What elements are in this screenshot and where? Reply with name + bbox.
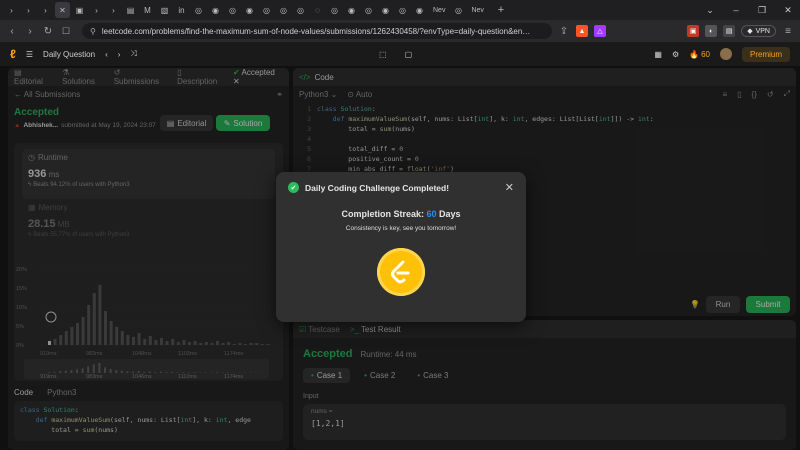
streak-suffix: Days	[439, 209, 461, 219]
leetcode-coin-icon	[377, 248, 425, 296]
extension-icon[interactable]: ▣	[687, 25, 700, 37]
browser-tab[interactable]: ◎	[451, 2, 465, 18]
leetcode-logo-icon	[391, 260, 410, 284]
close-icon[interactable]: ✕	[505, 181, 514, 194]
tab-label: Nev	[471, 6, 484, 14]
sidebar-icon[interactable]: ▤	[723, 25, 736, 37]
notes-icon[interactable]: ▢	[405, 50, 413, 59]
browser-tab[interactable]: ◎	[191, 2, 206, 18]
browser-tab[interactable]: Nev	[467, 2, 487, 18]
daily-challenge-modal: ✔ Daily Coding Challenge Completed! ✕ Co…	[276, 172, 526, 322]
debug-icon[interactable]: ⬚	[379, 50, 387, 59]
vpn-label: VPN	[755, 27, 770, 35]
browser-tab[interactable]: ◎	[276, 2, 291, 18]
streak-counter[interactable]: 🔥 60	[689, 50, 710, 59]
browser-tab[interactable]: ◉	[208, 2, 223, 18]
browser-tab[interactable]: ◉	[344, 2, 359, 18]
share-icon[interactable]: ⇪	[558, 26, 570, 37]
check-circle-icon: ✔	[288, 182, 299, 193]
rewards-icon[interactable]: △	[594, 25, 606, 37]
new-tab-button[interactable]: +	[490, 2, 512, 18]
browser-tab[interactable]: ▧	[157, 2, 172, 18]
browser-tab[interactable]: ◉	[378, 2, 393, 18]
minimize-button[interactable]: –	[724, 2, 748, 18]
site-info-icon[interactable]: ⚲	[90, 27, 96, 36]
brave-shield-icon[interactable]: ▲	[576, 25, 588, 37]
browser-tab[interactable]: ◎	[293, 2, 308, 18]
next-problem-icon[interactable]: ›	[118, 50, 121, 59]
streak-prefix: Completion Streak:	[341, 209, 424, 219]
browser-tab[interactable]: M	[140, 2, 155, 18]
streak-value: 60	[426, 209, 437, 219]
browser-tab[interactable]: ◎	[225, 2, 240, 18]
address-bar[interactable]: ⚲ leetcode.com/problems/find-the-maximum…	[82, 23, 552, 39]
bookmark-icon[interactable]: ☐	[60, 26, 72, 37]
browser-tab[interactable]: ›	[106, 2, 121, 18]
modal-title: Daily Coding Challenge Completed!	[305, 182, 450, 193]
tab-search-icon[interactable]: ⌄	[698, 2, 722, 18]
browser-tab[interactable]: ▤	[123, 2, 138, 18]
shuffle-icon[interactable]: ⤨	[130, 49, 136, 59]
browser-tab[interactable]: ◌	[310, 2, 325, 18]
reload-icon[interactable]: ↻	[42, 26, 54, 37]
avatar[interactable]	[720, 48, 732, 60]
browser-tab[interactable]: ◎	[327, 2, 342, 18]
vpn-button[interactable]: ◆ VPN	[741, 25, 776, 37]
tab-strip: › › › ✕ ▣ › › ▤ M ▧ in ◎ ◉ ◎ ◉ ◎ ◎ ◎ ◌ ◎ ◉ ◎ ◉ ◎ ◉	[4, 2, 427, 18]
browser-tab[interactable]: Nev	[429, 2, 449, 18]
extension-icon[interactable]: ◐	[705, 25, 718, 37]
modal-message: Consistency is key, see you tomorrow!	[345, 225, 457, 232]
back-icon[interactable]: ‹	[6, 26, 18, 37]
leetcode-header: ℓ ☰ Daily Question ‹ › ⤨ ⬚ ▢ ▦ ⚙ 🔥 60 Pr…	[0, 42, 800, 66]
streak-line: Completion Streak: 60 Days	[276, 209, 526, 219]
browser-tab[interactable]: ◎	[259, 2, 274, 18]
browser-tab[interactable]: ▣	[72, 2, 87, 18]
tab-label: Nev	[433, 6, 446, 14]
browser-tab[interactable]: ›	[4, 2, 19, 18]
menu-icon[interactable]: ≡	[782, 26, 794, 37]
premium-button[interactable]: Premium	[742, 46, 791, 62]
streak-count: 60	[701, 49, 710, 59]
browser-tab[interactable]: ◉	[242, 2, 257, 18]
browser-toolbar: ‹ › ↻ ☐ ⚲ leetcode.com/problems/find-the…	[0, 20, 800, 42]
browser-tab[interactable]: ✕	[55, 2, 70, 18]
prev-problem-icon[interactable]: ‹	[105, 50, 108, 59]
browser-tab[interactable]: ◉	[412, 2, 427, 18]
vpn-shield-icon: ◆	[747, 28, 753, 35]
modal-header: ✔ Daily Coding Challenge Completed! ✕	[276, 172, 526, 203]
maximize-button[interactable]: ❐	[750, 2, 774, 18]
close-window-button[interactable]: ✕	[776, 2, 800, 18]
daily-question-title[interactable]: Daily Question	[43, 50, 95, 59]
flame-icon: 🔥	[689, 49, 700, 59]
browser-tab[interactable]: ◎	[395, 2, 410, 18]
browser-tab[interactable]: ›	[38, 2, 53, 18]
browser-tab-bar: › › › ✕ ▣ › › ▤ M ▧ in ◎ ◉ ◎ ◉ ◎ ◎ ◎ ◌ ◎ ◉ ◎ ◉ ◎ ◉ Nev ◎ Nev + ⌄…	[0, 0, 800, 20]
browser-tab[interactable]: ›	[89, 2, 104, 18]
leetcode-logo-icon[interactable]: ℓ	[10, 47, 16, 61]
browser-tab[interactable]: ◎	[361, 2, 376, 18]
problem-list-icon[interactable]: ☰	[26, 50, 33, 59]
browser-tab[interactable]: ›	[21, 2, 36, 18]
layout-icon[interactable]: ▦	[654, 50, 662, 59]
forward-icon[interactable]: ›	[24, 26, 36, 37]
url-text: leetcode.com/problems/find-the-maximum-s…	[101, 26, 531, 36]
settings-icon[interactable]: ⚙	[672, 50, 679, 59]
browser-tab[interactable]: in	[174, 2, 189, 18]
